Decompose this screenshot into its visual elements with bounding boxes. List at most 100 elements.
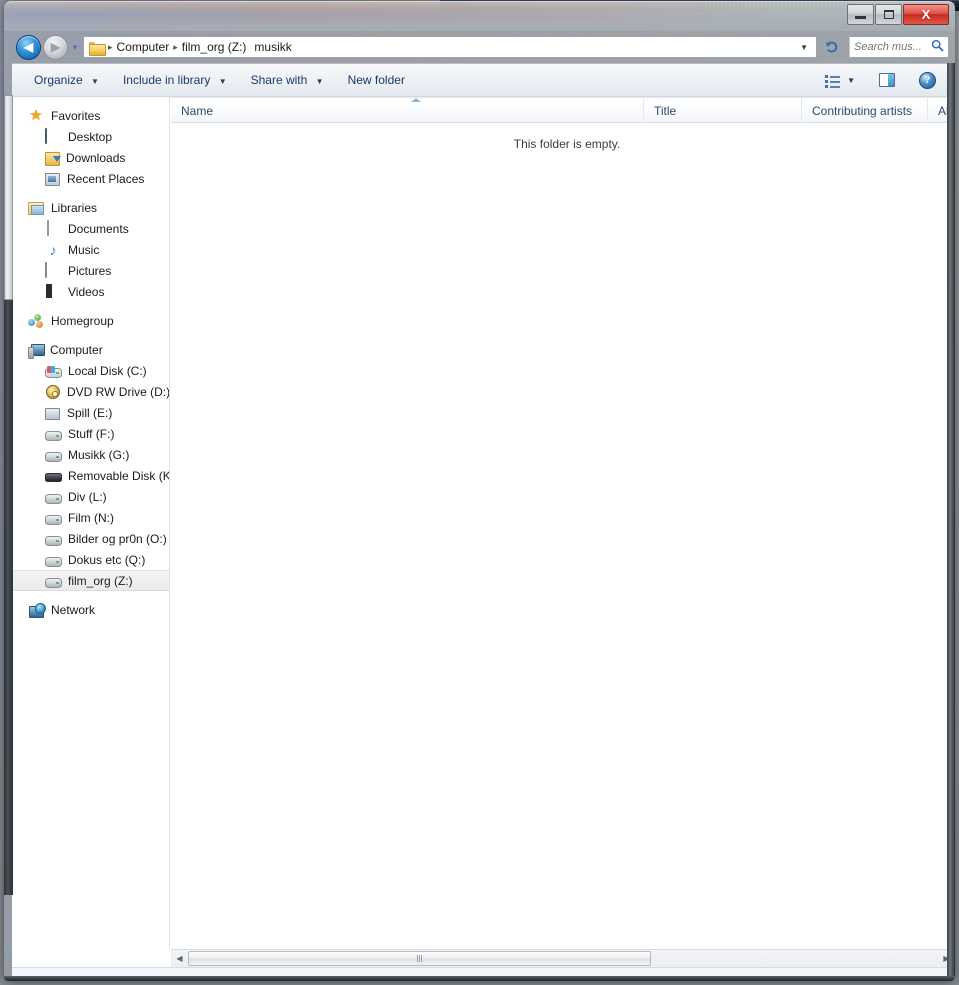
forward-button[interactable]: ▶ [43, 34, 68, 60]
horizontal-scrollbar-thumb[interactable] [188, 951, 651, 966]
sidebar-label-musikk-g: Musikk (G:) [68, 447, 130, 462]
preview-pane-button[interactable] [874, 70, 900, 90]
window-vertical-scrollbar[interactable] [4, 95, 13, 895]
sidebar-item-musikk-g[interactable]: Musikk (G:) [12, 444, 169, 465]
organize-button[interactable]: Organize ▼ [24, 68, 109, 92]
scroll-left-arrow-icon[interactable]: ◀ [171, 950, 188, 967]
search-box[interactable] [849, 36, 949, 58]
sidebar-item-documents[interactable]: Documents [12, 218, 169, 239]
sidebar-item-downloads[interactable]: Downloads [12, 147, 169, 168]
sidebar-item-film-n[interactable]: Film (N:) [12, 507, 169, 528]
sidebar-item-music[interactable]: ♪ Music [12, 239, 169, 260]
sidebar-item-spill-e[interactable]: Spill (E:) [12, 402, 169, 423]
navigation-pane[interactable]: ★ Favorites Desktop Downloads Recent Pla… [12, 97, 170, 949]
drive-icon [45, 513, 62, 525]
chevron-down-icon: ▼ [218, 77, 227, 86]
include-in-library-label: Include in library [122, 73, 211, 87]
window-client-area: Organize ▼ Include in library ▼ Share wi… [12, 63, 955, 981]
horizontal-scrollbar[interactable]: ◀ ▶ [171, 949, 955, 967]
sidebar-item-dvd-rw-drive-d[interactable]: DVD RW Drive (D:) F [12, 381, 169, 402]
windows-drive-icon [45, 365, 62, 378]
sidebar-item-computer[interactable]: Computer [12, 339, 169, 360]
minimize-button[interactable] [847, 4, 874, 25]
share-with-button[interactable]: Share with ▼ [241, 68, 334, 92]
column-label-contributing-artists: Contributing artists [812, 103, 913, 118]
back-arrow-icon: ◀ [23, 40, 34, 54]
include-in-library-button[interactable]: Include in library ▼ [113, 68, 237, 92]
column-header-title[interactable]: Title [644, 98, 802, 123]
new-folder-button[interactable]: New folder [338, 68, 415, 92]
breadcrumb-item-film-org[interactable]: film_org (Z:) [179, 39, 250, 55]
library-icon [28, 202, 44, 215]
sidebar-item-film-org-z[interactable]: film_org (Z:) [12, 570, 169, 591]
sidebar-item-div-l[interactable]: Div (L:) [12, 486, 169, 507]
change-view-button[interactable]: ▼ [820, 71, 860, 90]
recent-pages-button[interactable]: ▼ [69, 43, 81, 52]
search-input[interactable] [854, 41, 931, 53]
sidebar-item-bilder-og-pr0n-o[interactable]: Bilder og pr0n (O:) [12, 528, 169, 549]
sidebar-label-computer: Computer [50, 342, 103, 357]
back-button[interactable]: ◀ [16, 34, 41, 60]
sidebar-item-stuff-f[interactable]: Stuff (F:) [12, 423, 169, 444]
recent-places-icon [45, 173, 60, 186]
sidebar-item-desktop[interactable]: Desktop [12, 126, 169, 147]
refresh-button[interactable] [821, 36, 843, 58]
breadcrumb-item-musikk[interactable]: musikk [251, 39, 294, 55]
sidebar-item-pictures[interactable]: Pictures [12, 260, 169, 281]
sidebar-label-music: Music [68, 242, 100, 257]
sidebar-item-recent-places[interactable]: Recent Places [12, 168, 169, 189]
drive-icon [45, 429, 62, 441]
sidebar-item-homegroup[interactable]: Homegroup [12, 310, 169, 331]
new-folder-label: New folder [347, 73, 405, 87]
sidebar-label-desktop: Desktop [68, 129, 113, 144]
window-titlebar: X [4, 1, 955, 31]
drive-icon [45, 534, 62, 546]
sidebar-item-removable-disk-k[interactable]: Removable Disk (K:) [12, 465, 169, 486]
column-label-title: Title [654, 103, 677, 118]
close-icon: X [921, 7, 931, 22]
column-header-row: Name Title Contributing artists Album [171, 97, 955, 123]
nav-group-computer: Computer Local Disk (C:) DVD RW Drive (D… [12, 331, 169, 591]
nav-group-libraries: Libraries Documents ♪ Music Pictures Vid… [12, 189, 169, 302]
sidebar-label-documents: Documents [68, 221, 129, 236]
scrollbar-grip-icon [416, 955, 423, 962]
document-icon [45, 219, 61, 237]
chevron-down-icon: ▼ [315, 77, 324, 86]
explorer-window: X ◀ ▶ ▼ ▸ Computer ▸ film_org (Z:) musik… [4, 1, 955, 981]
chevron-down-icon: ▼ [847, 75, 855, 85]
column-header-name[interactable]: Name [171, 98, 644, 123]
sidebar-label-recent-places: Recent Places [67, 171, 145, 186]
empty-folder-message: This folder is empty. [513, 137, 621, 151]
forward-arrow-icon: ▶ [50, 40, 61, 54]
folder-icon [89, 41, 106, 56]
column-header-contributing-artists[interactable]: Contributing artists [802, 98, 928, 123]
music-note-icon: ♪ [49, 241, 57, 258]
horizontal-scrollbar-track[interactable] [188, 950, 938, 967]
sidebar-item-network[interactable]: Network [12, 599, 169, 620]
picture-icon [45, 261, 61, 279]
maximize-button[interactable] [875, 4, 902, 25]
star-icon: ★ [29, 106, 43, 124]
sidebar-label-network: Network [51, 602, 96, 617]
sidebar-label-spill-e: Spill (E:) [67, 405, 113, 420]
chevron-down-icon: ▼ [91, 77, 99, 86]
drive-icon [45, 492, 62, 504]
help-button[interactable]: ? [914, 69, 941, 92]
view-list-icon [825, 74, 841, 88]
sidebar-item-local-disk-c[interactable]: Local Disk (C:) [12, 360, 169, 381]
sidebar-item-libraries[interactable]: Libraries [12, 197, 169, 218]
address-bar-row: ◀ ▶ ▼ ▸ Computer ▸ film_org (Z:) musikk … [4, 31, 955, 63]
address-bar[interactable]: ▸ Computer ▸ film_org (Z:) musikk ▼ [83, 36, 817, 58]
sidebar-item-favorites[interactable]: ★ Favorites [12, 105, 169, 126]
window-controls: X [846, 4, 949, 25]
address-dropdown-icon[interactable]: ▼ [794, 43, 814, 52]
file-list-pane[interactable]: Name Title Contributing artists Album Th… [171, 97, 955, 949]
sidebar-item-dokus-etc-q[interactable]: Dokus etc (Q:) [12, 549, 169, 570]
close-button[interactable]: X [903, 4, 949, 25]
minimize-icon [855, 16, 866, 19]
sidebar-item-videos[interactable]: Videos [12, 281, 169, 302]
breadcrumb-item-computer[interactable]: Computer [114, 39, 173, 55]
drive-icon [45, 576, 62, 588]
vertical-scrollbar-thumb[interactable] [4, 95, 13, 300]
sidebar-label-favorites: Favorites [51, 108, 101, 123]
